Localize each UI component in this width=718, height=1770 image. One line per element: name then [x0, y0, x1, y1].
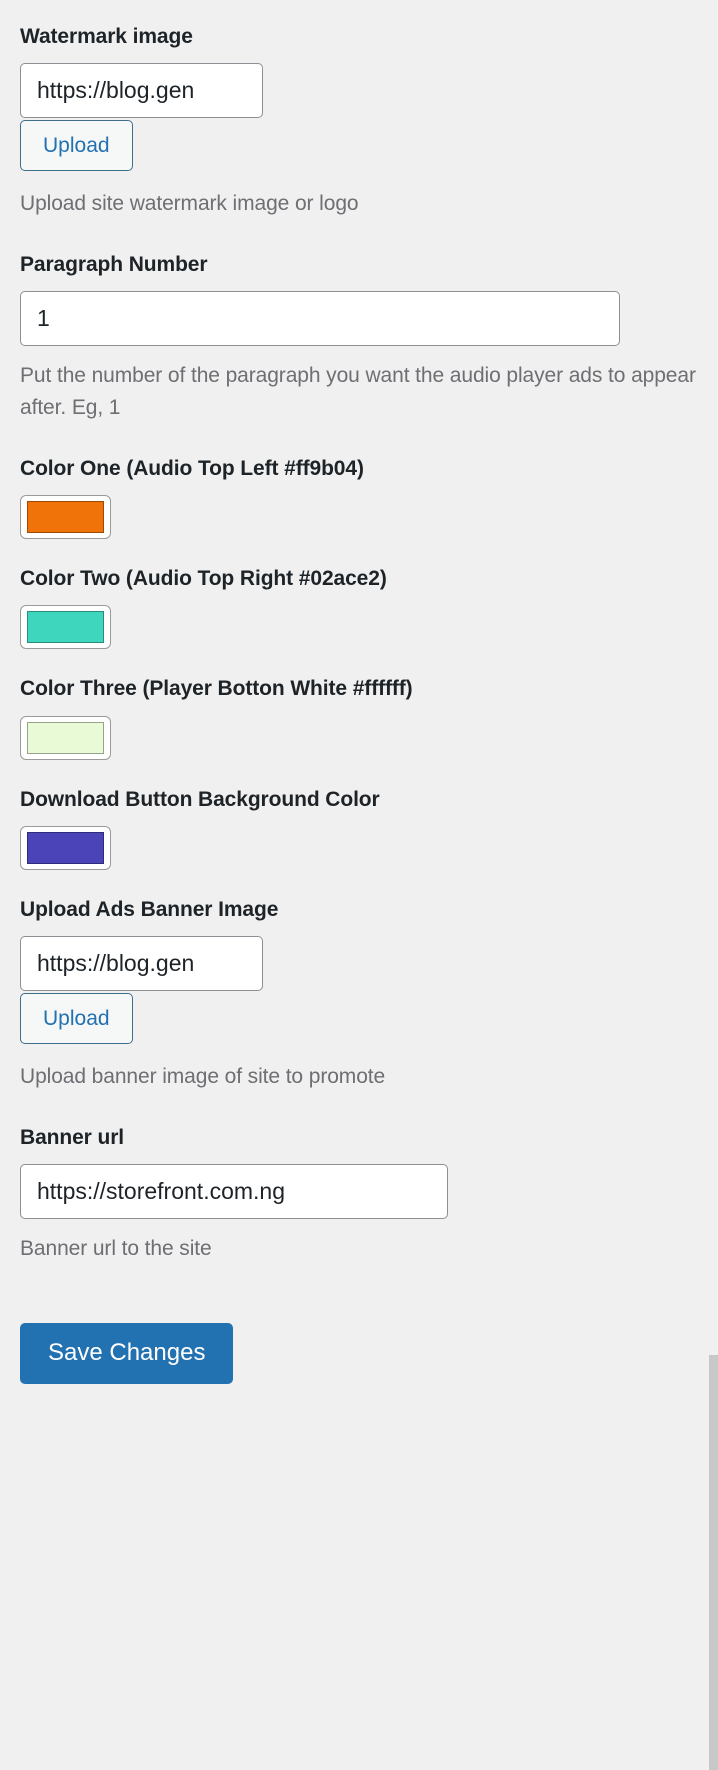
color-one-swatch[interactable]: [20, 495, 111, 540]
color-one-label: Color One (Audio Top Left #ff9b04): [20, 456, 364, 480]
color-two-label: Color Two (Audio Top Right #02ace2): [20, 567, 387, 591]
color-three-swatch-fill: [27, 721, 104, 754]
download-button-color-swatch[interactable]: [20, 825, 111, 870]
color-three-label: Color Three (Player Botton White #ffffff…: [20, 677, 413, 701]
field-group-watermark-image: Watermark image Upload Upload site water…: [20, 24, 698, 220]
field-group-color-one: Color One (Audio Top Left #ff9b04): [20, 456, 698, 540]
ads-banner-image-label: Upload Ads Banner Image: [20, 897, 279, 921]
watermark-upload-button[interactable]: Upload: [20, 120, 133, 172]
banner-url-help: Banner url to the site: [20, 1237, 212, 1260]
field-group-color-three: Color Three (Player Botton White #ffffff…: [20, 676, 698, 760]
banner-url-label: Banner url: [20, 1126, 125, 1149]
field-group-banner-url: Banner url Banner url to the site: [20, 1125, 698, 1265]
save-changes-button[interactable]: Save Changes: [20, 1322, 234, 1384]
download-button-color-swatch-fill: [27, 831, 104, 864]
settings-form: Watermark image Upload Upload site water…: [0, 0, 718, 1384]
ads-banner-image-help: Upload banner image of site to promote: [20, 1065, 386, 1089]
color-one-swatch-fill: [27, 501, 104, 534]
watermark-image-input[interactable]: [20, 63, 263, 118]
scrollbar-thumb[interactable]: [709, 1355, 718, 1770]
paragraph-number-help: Put the number of the paragraph you want…: [20, 364, 696, 419]
field-group-paragraph-number: Paragraph Number Put the number of the p…: [20, 252, 698, 424]
color-two-swatch-fill: [27, 611, 104, 644]
banner-url-input[interactable]: [20, 1164, 448, 1219]
color-three-swatch[interactable]: [20, 715, 111, 760]
ads-banner-upload-button[interactable]: Upload: [20, 992, 133, 1045]
watermark-image-label: Watermark image: [20, 25, 193, 48]
scrollbar-track[interactable]: [709, 0, 718, 1770]
field-group-ads-banner-image: Upload Ads Banner Image Upload Upload ba…: [20, 897, 698, 1093]
paragraph-number-input[interactable]: [20, 291, 620, 347]
download-button-color-label: Download Button Background Color: [20, 787, 380, 811]
field-group-color-two: Color Two (Audio Top Right #02ace2): [20, 566, 698, 650]
color-two-swatch[interactable]: [20, 605, 111, 650]
paragraph-number-label: Paragraph Number: [20, 253, 208, 277]
watermark-image-help: Upload site watermark image or logo: [20, 192, 359, 216]
field-group-download-button-color: Download Button Background Color: [20, 787, 698, 870]
ads-banner-image-input[interactable]: [20, 936, 263, 991]
